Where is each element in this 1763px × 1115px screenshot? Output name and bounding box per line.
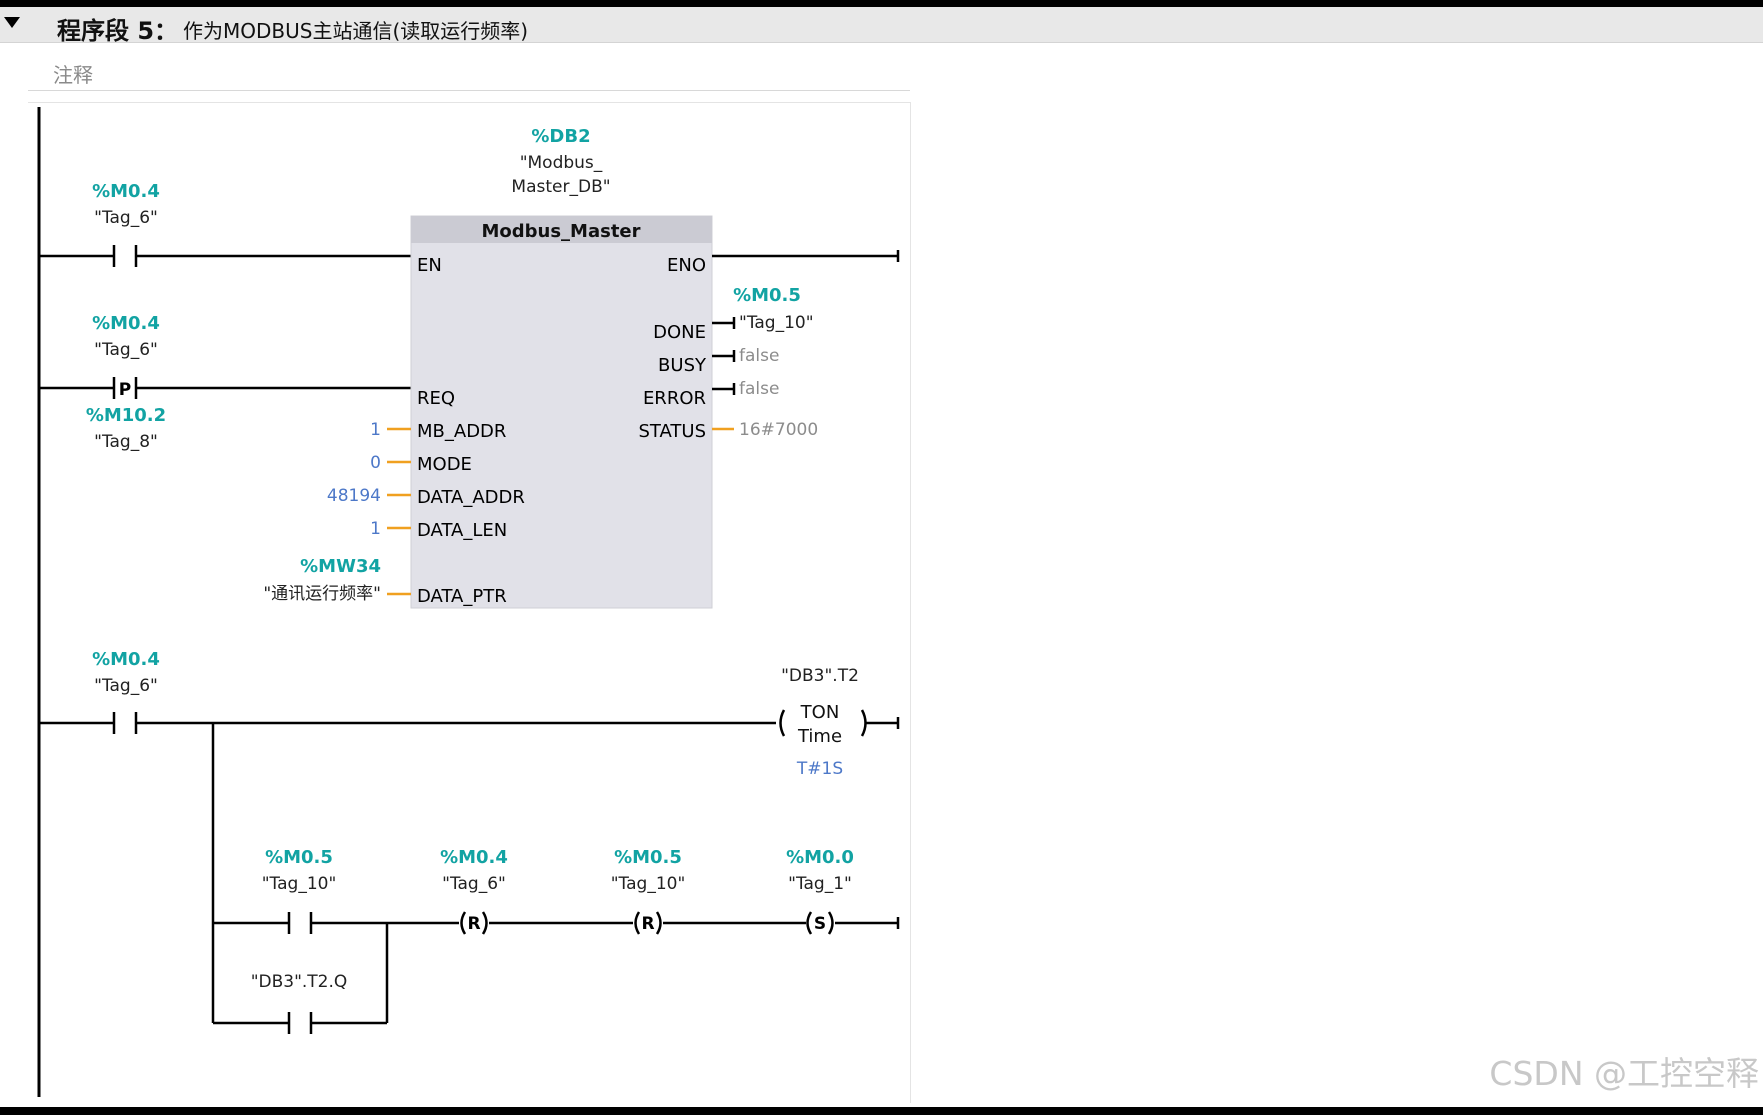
param-data-len[interactable]: 1 — [370, 519, 381, 539]
coil1-tag: "Tag_6" — [442, 874, 506, 894]
pin-data-ptr: DATA_PTR — [417, 586, 507, 607]
block-instance-name-1: "Modbus_ — [520, 153, 603, 173]
pin-mb-addr: MB_ADDR — [417, 421, 506, 442]
branch-contact2-tag: "DB3".T2.Q — [251, 972, 348, 992]
branch-contact1-tag: "Tag_10" — [262, 874, 337, 894]
out-error-value[interactable]: false — [739, 379, 779, 399]
rung2-contact-tag: "Tag_6" — [94, 676, 158, 696]
ton-timer-coil[interactable]: TON Time — [779, 702, 867, 747]
coil2-symbol: R — [641, 914, 654, 934]
timer-preset[interactable]: T#1S — [796, 759, 843, 779]
coil2-tag: "Tag_10" — [611, 874, 686, 894]
coil1-address: %M0.4 — [440, 847, 508, 868]
out-status-value[interactable]: 16#7000 — [739, 420, 818, 440]
param-data-ptr-address[interactable]: %MW34 — [300, 556, 381, 577]
branch-contact1[interactable] — [287, 912, 313, 934]
pin-status: STATUS — [638, 421, 706, 442]
contact1-address: %M0.4 — [92, 181, 160, 202]
pin-error: ERROR — [643, 388, 706, 409]
branch-contact1-address: %M0.5 — [265, 847, 333, 868]
pcontact-tag: "Tag_6" — [94, 340, 158, 360]
coil3-tag: "Tag_1" — [788, 874, 852, 894]
pcontact-edge-contact[interactable]: P — [112, 377, 138, 400]
coil3-address: %M0.0 — [786, 847, 854, 868]
screen: 程序段 5： 作为MODBUS主站通信(读取运行频率) 注释 %M0.4 "Ta… — [0, 7, 1763, 1107]
coil1-reset[interactable]: R — [460, 911, 488, 935]
timer-type: TON — [800, 702, 840, 723]
param-mode[interactable]: 0 — [370, 453, 381, 473]
pcontact-address: %M0.4 — [92, 313, 160, 334]
coil3-set[interactable]: S — [806, 911, 834, 935]
timer-instance: "DB3".T2 — [781, 666, 859, 686]
timer-subtype: Time — [797, 726, 842, 747]
pin-data-len: DATA_LEN — [417, 520, 507, 541]
block-instance-name-2: Master_DB" — [511, 177, 610, 197]
pcontact-symbol: P — [119, 380, 131, 400]
pin-busy: BUSY — [658, 355, 707, 376]
coil2-reset[interactable]: R — [634, 911, 662, 935]
pin-en: EN — [417, 255, 442, 276]
param-data-ptr-tag[interactable]: "通讯运行频率" — [263, 584, 381, 604]
watermark: CSDN @工控空释 — [1489, 1054, 1759, 1093]
contact1-no-contact[interactable] — [112, 245, 138, 267]
out-done-tag[interactable]: "Tag_10" — [739, 313, 814, 333]
coil3-symbol: S — [814, 914, 826, 934]
pin-mode: MODE — [417, 454, 472, 475]
pin-eno: ENO — [667, 255, 706, 276]
coil1-symbol: R — [467, 914, 480, 934]
branch-contact2[interactable] — [287, 1012, 313, 1034]
block-instance-address: %DB2 — [531, 126, 590, 147]
out-done-address[interactable]: %M0.5 — [733, 285, 801, 306]
rung2-no-contact[interactable] — [112, 712, 138, 734]
block-type: Modbus_Master — [481, 221, 640, 242]
out-busy-value[interactable]: false — [739, 346, 779, 366]
contact1-tag: "Tag_6" — [94, 208, 158, 228]
param-mb-addr[interactable]: 1 — [370, 420, 381, 440]
param-data-addr[interactable]: 48194 — [327, 486, 381, 506]
pcontact-edge-address: %M10.2 — [86, 405, 166, 426]
pin-data-addr: DATA_ADDR — [417, 487, 525, 508]
ladder-diagram: %M0.4 "Tag_6" %M0.4 "Tag_6" P %M10.2 "Ta… — [37, 107, 900, 1097]
pin-req: REQ — [417, 388, 455, 409]
rung2-contact-address: %M0.4 — [92, 649, 160, 670]
coil2-address: %M0.5 — [614, 847, 682, 868]
pin-done: DONE — [653, 322, 706, 343]
pcontact-edge-tag: "Tag_8" — [94, 432, 158, 452]
